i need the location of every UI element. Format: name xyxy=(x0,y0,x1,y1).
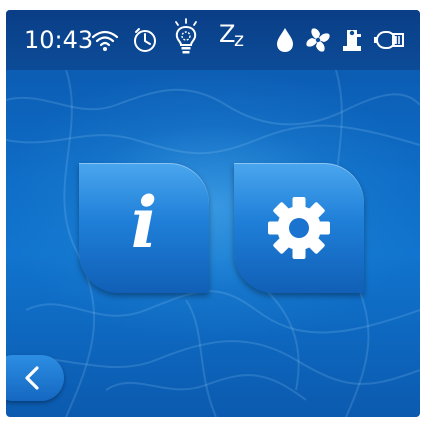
clock-time: 10:43 xyxy=(24,26,94,54)
fan-icon xyxy=(303,24,333,56)
pump-icon xyxy=(372,24,406,56)
status-bar: 10:43 Z z xyxy=(6,10,420,70)
back-button[interactable] xyxy=(6,355,64,401)
settings-button[interactable] xyxy=(234,163,364,293)
sleep-label-large: Z xyxy=(219,20,236,48)
sleep-label-small: z xyxy=(234,29,244,51)
timer-icon xyxy=(130,24,160,56)
home-screen: 10:43 Z z i xyxy=(6,10,420,417)
chevron-left-icon xyxy=(25,366,39,390)
wifi-icon xyxy=(90,24,120,56)
heater-icon xyxy=(337,24,367,56)
info-button[interactable]: i xyxy=(79,163,209,293)
gear-icon xyxy=(268,197,330,259)
info-icon: i xyxy=(130,181,158,264)
light-bulb-icon xyxy=(171,18,201,56)
water-drop-icon xyxy=(270,24,300,56)
